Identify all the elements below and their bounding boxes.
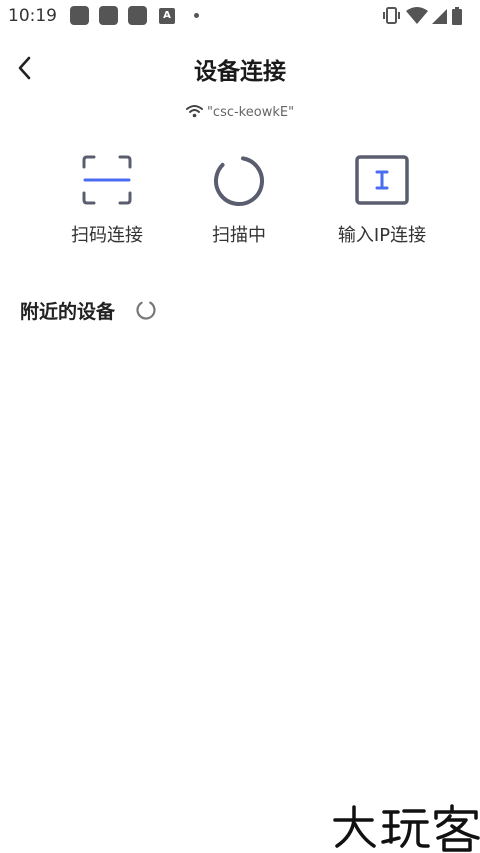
status-time: 10:19 [8,6,57,26]
page-title: 设备连接 [194,59,286,85]
scanning-spinner-icon [214,156,264,207]
system-status-icons [383,7,462,25]
scan-code-icon [82,155,132,205]
text-cursor-icon [355,155,409,205]
cellular-icon [432,9,447,24]
status-bar: 10:19 A [0,0,480,34]
enter-ip-connect-label: 输入IP连接 [337,225,427,246]
scan-code-connect-label: 扫码连接 [71,225,143,246]
app-notification-icon [128,6,147,25]
enter-ip-connect-button[interactable]: 输入IP连接 [312,150,452,250]
nearby-devices-title: 附近的设备 [20,301,116,323]
more-notifications-dot-icon [194,13,199,18]
watermark-logo [333,804,480,852]
scanning-button[interactable]: 扫描中 [169,150,309,250]
wifi-icon [406,7,428,24]
app-notification-icon [99,6,118,25]
scanning-label: 扫描中 [212,225,266,246]
network-ssid: "csc-keowkE" [206,105,295,120]
loading-spinner-icon [136,300,156,320]
current-network: "csc-keowkE" [0,104,480,120]
battery-icon [452,7,462,25]
wifi-icon [185,105,203,118]
app-notification-icon [70,6,89,25]
vibrate-icon [383,7,400,24]
scan-code-connect-button[interactable]: 扫码连接 [37,150,177,250]
translate-notification-icon: A [159,8,175,24]
